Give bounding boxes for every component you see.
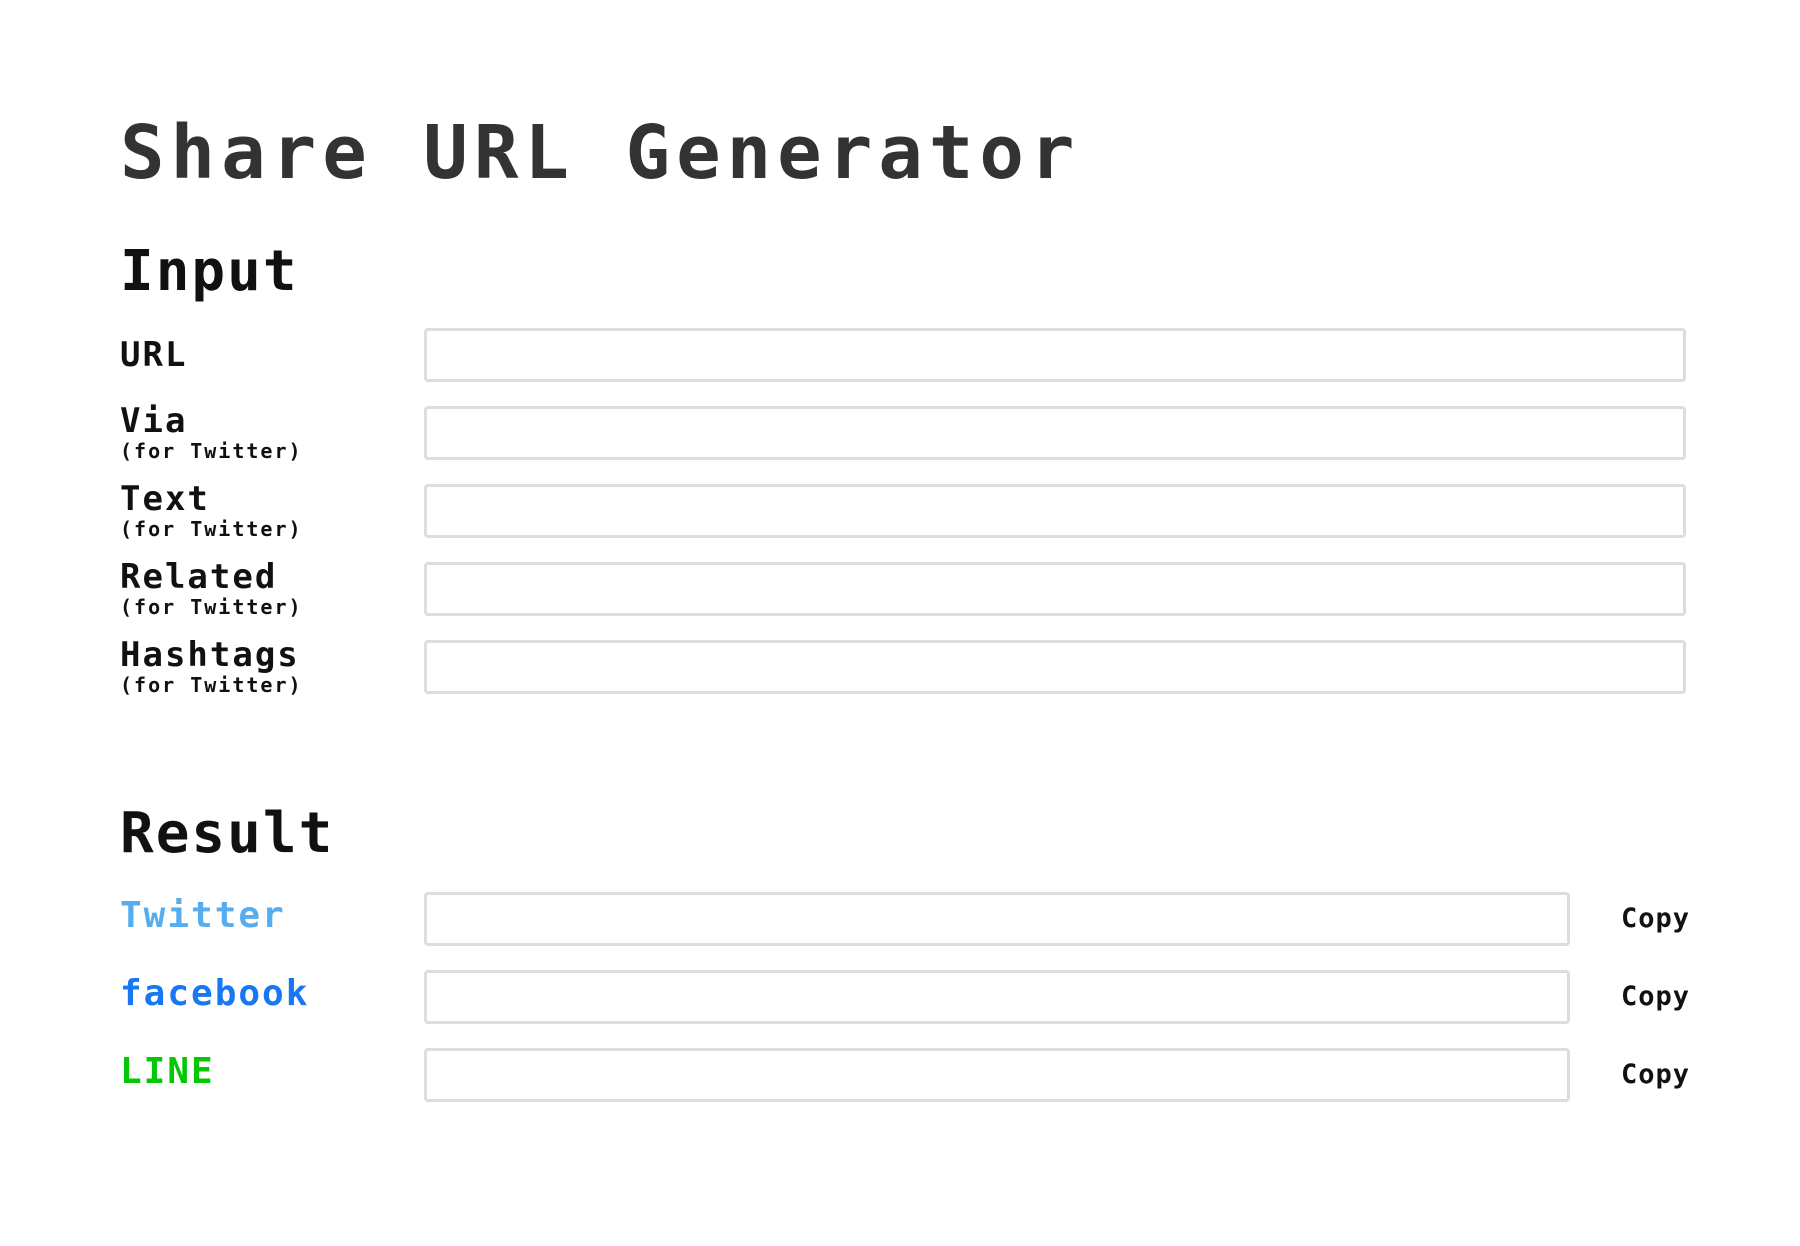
text-label: Text xyxy=(120,479,210,519)
line-label-block: LINE xyxy=(120,1050,420,1094)
hashtags-sublabel: (for Twitter) xyxy=(120,673,303,697)
hashtags-input[interactable] xyxy=(424,640,1686,694)
hashtags-label-block: Hashtags (for Twitter) xyxy=(120,636,420,696)
facebook-copy-button[interactable]: Copy xyxy=(1590,978,1690,1014)
via-sublabel: (for Twitter) xyxy=(120,439,303,463)
input-row-text: Text (for Twitter) xyxy=(120,480,1690,542)
text-input[interactable] xyxy=(424,484,1686,538)
related-label-block: Related (for Twitter) xyxy=(120,558,420,618)
page-title: Share URL Generator xyxy=(120,110,1081,196)
twitter-share-url-output[interactable] xyxy=(424,892,1570,946)
result-row-facebook: facebook Copy xyxy=(120,970,1690,1028)
input-row-related: Related (for Twitter) xyxy=(120,558,1690,620)
text-label-block: Text (for Twitter) xyxy=(120,480,420,540)
facebook-share-url-output[interactable] xyxy=(424,970,1570,1024)
twitter-copy-button[interactable]: Copy xyxy=(1590,900,1690,936)
url-input[interactable] xyxy=(424,328,1686,382)
text-sublabel: (for Twitter) xyxy=(120,517,303,541)
result-row-twitter: Twitter Copy xyxy=(120,892,1690,950)
url-label: URL xyxy=(120,335,188,375)
facebook-label-block: facebook xyxy=(120,972,420,1016)
input-row-hashtags: Hashtags (for Twitter) xyxy=(120,636,1690,698)
twitter-label: Twitter xyxy=(120,895,286,936)
url-label-block: URL xyxy=(120,336,420,374)
facebook-label: facebook xyxy=(120,973,310,1014)
via-label: Via xyxy=(120,401,188,441)
via-input[interactable] xyxy=(424,406,1686,460)
related-sublabel: (for Twitter) xyxy=(120,595,303,619)
related-label: Related xyxy=(120,557,278,597)
twitter-label-block: Twitter xyxy=(120,894,420,938)
line-label: LINE xyxy=(120,1051,215,1092)
hashtags-label: Hashtags xyxy=(120,635,300,675)
line-share-url-output[interactable] xyxy=(424,1048,1570,1102)
input-row-url: URL xyxy=(120,328,1690,386)
result-section-heading: Result xyxy=(120,801,335,866)
line-copy-button[interactable]: Copy xyxy=(1590,1056,1690,1092)
via-label-block: Via (for Twitter) xyxy=(120,402,420,462)
related-input[interactable] xyxy=(424,562,1686,616)
result-row-line: LINE Copy xyxy=(120,1048,1690,1106)
input-row-via: Via (for Twitter) xyxy=(120,402,1690,464)
input-section-heading: Input xyxy=(120,239,299,304)
